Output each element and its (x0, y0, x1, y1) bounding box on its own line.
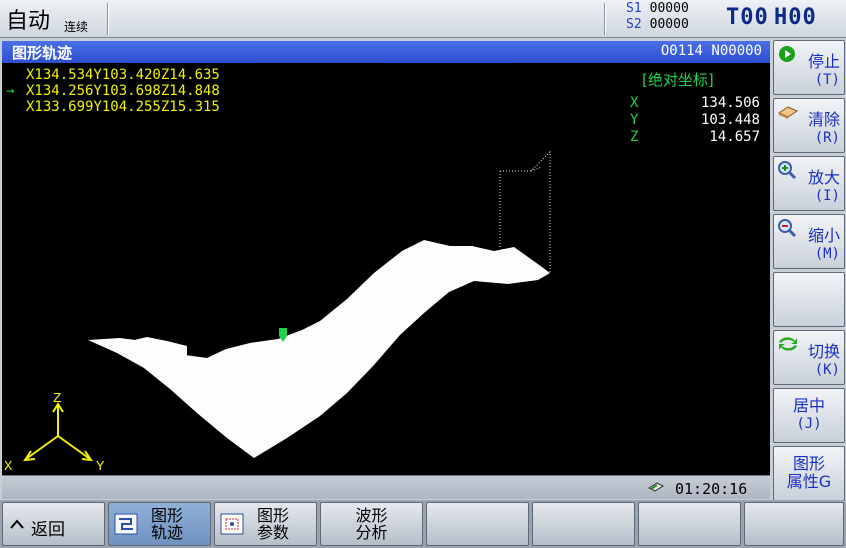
zoom-out-button[interactable]: 缩小 (M) (773, 214, 845, 269)
center-button[interactable]: 居中 (J) (773, 388, 845, 443)
trajectory-tab[interactable]: 图形 轨迹 (108, 502, 211, 546)
axis-row-y: Y 103.448 (630, 112, 760, 128)
zoom-in-button[interactable]: 放大 (I) (773, 156, 845, 211)
trajectory-viewport[interactable]: Z X Y X134.534Y103.420Z14.635 → X134.256Y… (2, 63, 770, 475)
switch-icon (779, 337, 797, 351)
triad-z-label: Z (53, 391, 61, 407)
divider (604, 3, 606, 35)
program-number: O0114 N00000 (660, 43, 762, 59)
coordinate-line-current: → X134.256Y103.698Z14.848 (6, 83, 220, 99)
h-offset: H00 (774, 5, 817, 30)
panel-header: 图形轨迹 O0114 N00000 (2, 41, 770, 63)
s1-label: S1 (626, 1, 642, 16)
empty-softkey[interactable] (426, 502, 529, 546)
right-softkeys: 停止 (T) 清除 (R) 放大 (I) 缩小 (M) 切换 (K) 居中 (J… (773, 40, 846, 501)
clear-button[interactable]: 清除 (R) (773, 98, 845, 153)
cnc-screen: 自动 连续 S1 00000 S2 00000 T00 H00 图形轨迹 O0114… (0, 0, 846, 548)
stop-button[interactable]: 停止 (T) (773, 40, 845, 95)
graph-properties-button[interactable]: 图形 属性G (773, 446, 845, 501)
run-time: 01:20:16 (675, 480, 748, 498)
empty-softkey[interactable] (532, 502, 635, 546)
clock-icon (647, 482, 665, 492)
mode-label: 自动 (6, 9, 51, 34)
axis-row-z: Z 14.657 (630, 129, 760, 145)
axis-row-x: X 134.506 (630, 95, 760, 111)
triad-y-label: Y (96, 459, 105, 475)
sub-mode-label: 连续 (64, 20, 89, 34)
current-line-arrow-icon: → (6, 83, 15, 99)
tool-number: T00 (726, 5, 769, 30)
chevron-up-icon (10, 519, 24, 529)
block-coordinate-list: X134.534Y103.420Z14.635 → X134.256Y103.69… (6, 67, 220, 115)
panel-footer: 01:20:16 (2, 475, 770, 499)
coordinate-line: X133.699Y104.255Z15.315 (26, 99, 220, 115)
s1-value: 00000 (649, 1, 689, 16)
eraser-icon (777, 106, 799, 119)
axis-triad-icon (22, 402, 94, 462)
bottom-softkeys: 返回 图形 轨迹 图形 参数 波形 分析 (0, 500, 846, 548)
empty-softkey[interactable] (744, 502, 844, 546)
coordinate-line: X134.534Y103.420Z14.635 (26, 67, 220, 83)
switch-button[interactable]: 切换 (K) (773, 330, 845, 385)
absolute-coords-table: X 134.506 Y 103.448 Z 14.657 (630, 95, 760, 146)
graph-params-tab[interactable]: 图形 参数 (214, 502, 317, 546)
divider (107, 3, 109, 35)
empty-softkey[interactable] (638, 502, 741, 546)
empty-softkey[interactable] (773, 272, 845, 327)
panel-title: 图形轨迹 (12, 44, 73, 62)
s2-value: 00000 (649, 17, 689, 32)
zoom-out-icon (778, 219, 797, 238)
spindle-values: S1 00000 S2 00000 (626, 1, 689, 33)
triad-x-label: X (4, 459, 13, 475)
stop-icon (779, 46, 795, 62)
absolute-coords-title: [绝对坐标] (642, 71, 714, 89)
back-button[interactable]: 返回 (2, 502, 105, 546)
status-bar: 自动 连续 S1 00000 S2 00000 T00 H00 (0, 0, 846, 38)
s2-label: S2 (626, 17, 642, 32)
zoom-in-icon (778, 161, 797, 180)
waveform-analysis-tab[interactable]: 波形 分析 (320, 502, 423, 546)
